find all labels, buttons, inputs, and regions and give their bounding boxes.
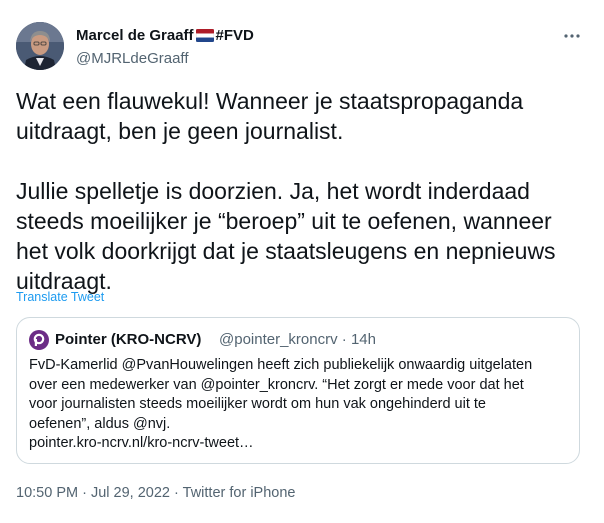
- author-name-line[interactable]: Marcel de Graaff #FVD: [76, 26, 254, 48]
- quoted-tweet[interactable]: Pointer (KRO-NCRV) @pointer_kroncrv · 14…: [16, 317, 580, 464]
- footer-separator: ·: [174, 485, 179, 501]
- tweet: Marcel de Graaff #FVD @MJRLdeGraaff Wat e…: [0, 0, 604, 523]
- netherlands-flag-icon: [195, 28, 214, 48]
- author-display-name[interactable]: Marcel de Graaff: [76, 27, 194, 44]
- quoted-tweet-text: FvD-Kamerlid @PvanHouwelingen heeft zich…: [29, 357, 533, 451]
- tweet-time[interactable]: 10:50 PM: [16, 485, 78, 501]
- quoted-time[interactable]: 14h: [351, 331, 376, 348]
- tweet-date[interactable]: Jul 29, 2022: [91, 485, 170, 501]
- author-handle[interactable]: @MJRLdeGraaff: [76, 49, 254, 69]
- more-options-icon[interactable]: [562, 28, 582, 44]
- avatar-image: [16, 22, 64, 70]
- tweet-source[interactable]: Twitter for iPhone: [183, 485, 296, 501]
- quoted-meta: @pointer_kroncrv · 14h: [219, 331, 376, 349]
- author-tag[interactable]: #FVD: [216, 27, 254, 44]
- avatar[interactable]: [16, 22, 64, 70]
- tweet-text: Wat een flauwekul! Wanneer je staatsprop…: [16, 88, 556, 294]
- author-block: Marcel de Graaff #FVD @MJRLdeGraaff: [76, 26, 254, 69]
- pointer-logo-icon: [29, 330, 49, 350]
- quoted-author-name[interactable]: Pointer (KRO-NCRV): [55, 331, 201, 349]
- translate-tweet-link[interactable]: Translate Tweet: [16, 290, 104, 304]
- quoted-author-handle[interactable]: @pointer_kroncrv: [219, 331, 338, 348]
- footer-separator: ·: [82, 485, 87, 501]
- tweet-footer: 10:50 PM · Jul 29, 2022 · Twitter for iP…: [16, 485, 295, 501]
- quoted-separator: ·: [341, 331, 347, 348]
